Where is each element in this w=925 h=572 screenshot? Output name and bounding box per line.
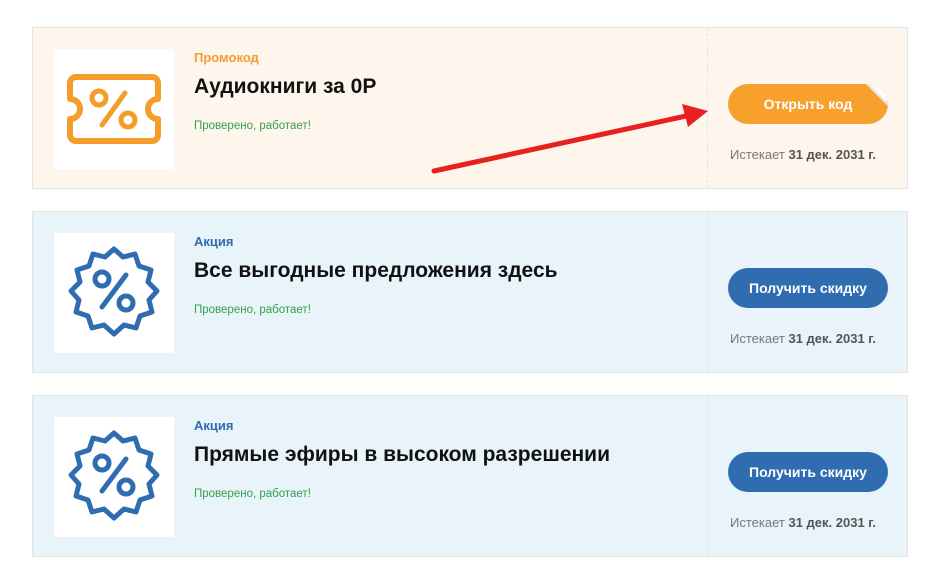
offer-type-label: Акция	[194, 234, 234, 249]
offer-card-deal: Акция Прямые эфиры в высоком разрешении …	[32, 395, 908, 557]
expiry-date: 31 дек. 2031 г.	[788, 515, 877, 530]
card-divider	[707, 396, 708, 556]
expiry-prefix: Истекает	[730, 331, 785, 346]
offer-type-label: Акция	[194, 418, 234, 433]
card-divider	[707, 212, 708, 372]
offer-logo	[54, 417, 174, 537]
card-divider	[707, 28, 708, 188]
offer-logo	[54, 49, 174, 169]
offer-title[interactable]: Аудиокниги за 0Р	[194, 75, 376, 99]
badge-percent-icon	[68, 430, 160, 521]
expiry-date: 31 дек. 2031 г.	[788, 331, 877, 346]
offer-title[interactable]: Все выгодные предложения здесь	[194, 259, 558, 283]
verified-status: Проверено, работает!	[194, 304, 311, 316]
offer-logo	[54, 233, 174, 353]
expiry-text: Истекает 31 дек. 2031 г.	[730, 147, 876, 162]
verified-status: Проверено, работает!	[194, 120, 311, 132]
expiry-text: Истекает 31 дек. 2031 г.	[730, 331, 876, 346]
offer-type-label: Промокод	[194, 50, 259, 65]
expiry-prefix: Истекает	[730, 147, 785, 162]
open-code-button[interactable]: Открыть код	[728, 84, 888, 124]
badge-percent-icon	[68, 246, 160, 337]
expiry-text: Истекает 31 дек. 2031 г.	[730, 515, 876, 530]
offer-title[interactable]: Прямые эфиры в высоком разрешении	[194, 443, 610, 467]
get-discount-button[interactable]: Получить скидку	[728, 452, 888, 492]
expiry-date: 31 дек. 2031 г.	[788, 147, 877, 162]
coupon-list: Промокод Аудиокниги за 0Р Проверено, раб…	[0, 0, 925, 572]
get-discount-button[interactable]: Получить скидку	[728, 268, 888, 308]
offer-card-deal: Акция Все выгодные предложения здесь Про…	[32, 211, 908, 373]
button-label: Открыть код	[763, 96, 853, 112]
ticket-percent-icon	[67, 74, 161, 144]
offer-card-promo: Промокод Аудиокниги за 0Р Проверено, раб…	[32, 27, 908, 189]
expiry-prefix: Истекает	[730, 515, 785, 530]
code-peel-corner	[866, 84, 888, 106]
verified-status: Проверено, работает!	[194, 488, 311, 500]
